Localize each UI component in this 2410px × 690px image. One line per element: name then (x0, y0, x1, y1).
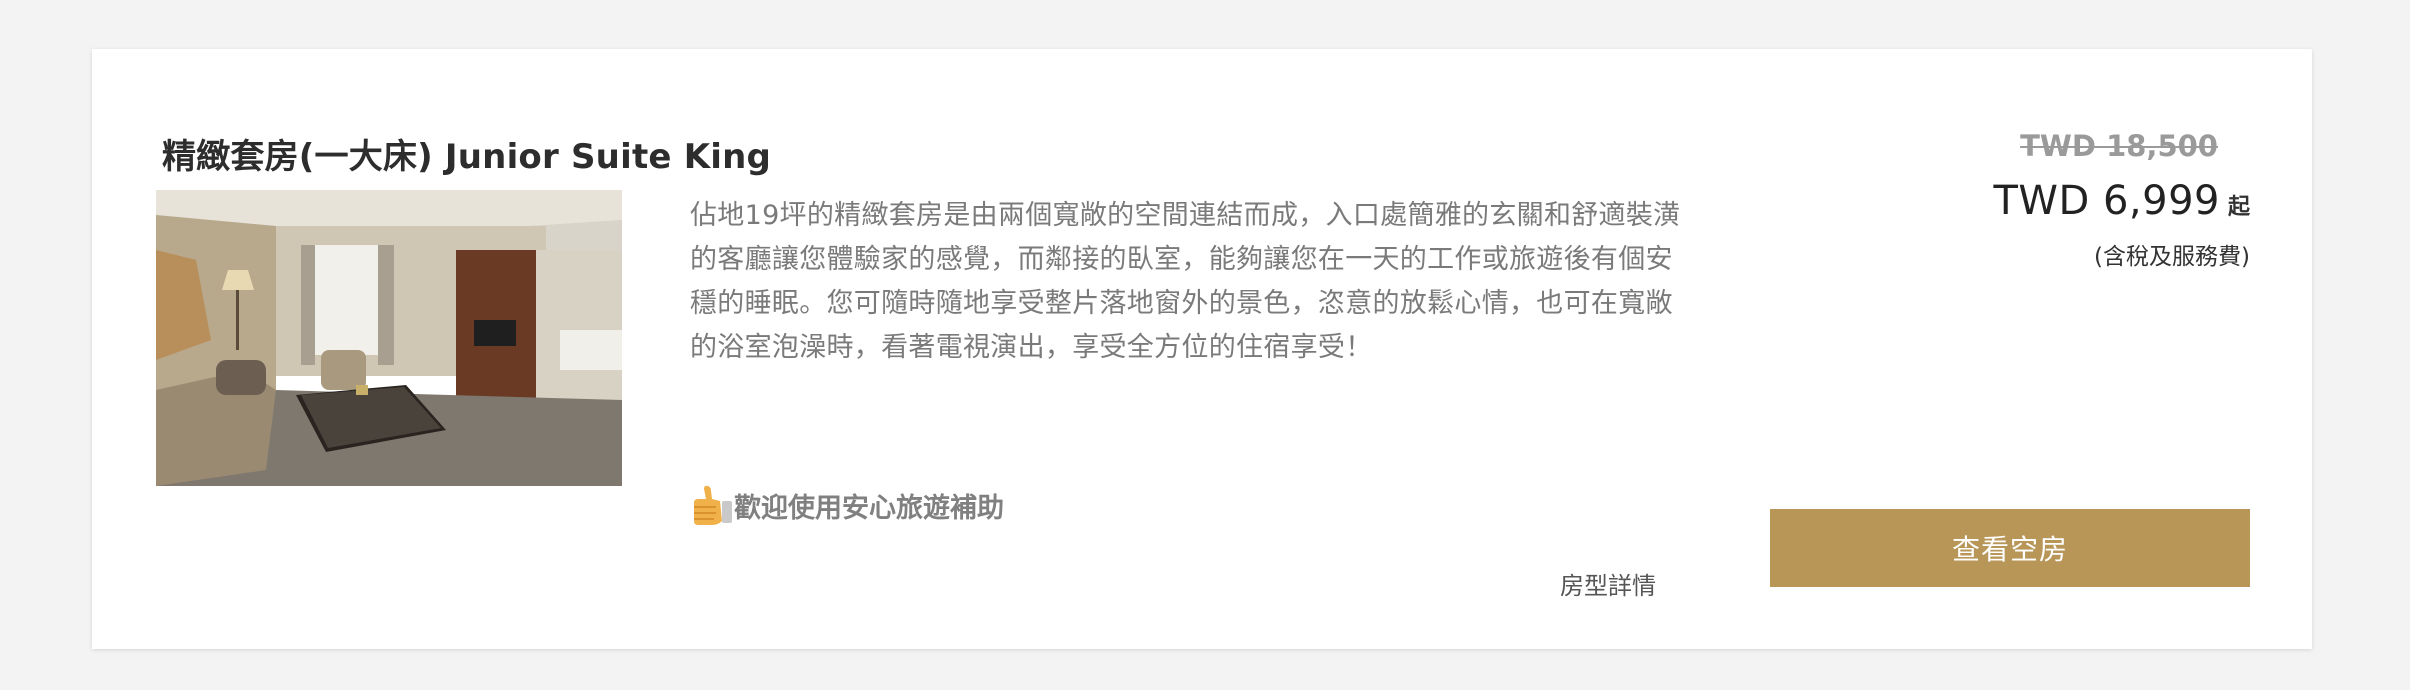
current-price-row: TWD 6,999 起 (1850, 179, 2250, 231)
price-area: TWD 18,500 TWD 6,999 起 (含稅及服務費) (1850, 129, 2250, 271)
check-availability-button[interactable]: 查看空房 (1770, 509, 2250, 587)
room-title: 精緻套房(一大床) Junior Suite King (162, 137, 772, 177)
room-description: 佔地19坪的精緻套房是由兩個寬敞的空間連結而成，入口處簡雅的玄關和舒適裝潢的客廳… (690, 200, 1681, 363)
current-price: TWD 6,999 (1993, 178, 2220, 224)
room-details-link[interactable]: 房型詳情 (1560, 566, 1656, 601)
room-photo[interactable] (156, 190, 622, 486)
thumbs-up-icon (690, 483, 734, 527)
original-price: TWD 18,500 (2020, 129, 2218, 163)
room-card: 精緻套房(一大床) Junior Suite King 佔地19坪的精緻套房是由… (92, 49, 2312, 649)
price-tax-note: (含稅及服務費) (2094, 244, 2250, 270)
subsidy-text: 歡迎使用安心旅遊補助 (734, 492, 1004, 524)
price-from-label: 起 (2227, 195, 2250, 220)
travel-subsidy-notice: 歡迎使用安心旅遊補助 (690, 483, 1004, 527)
